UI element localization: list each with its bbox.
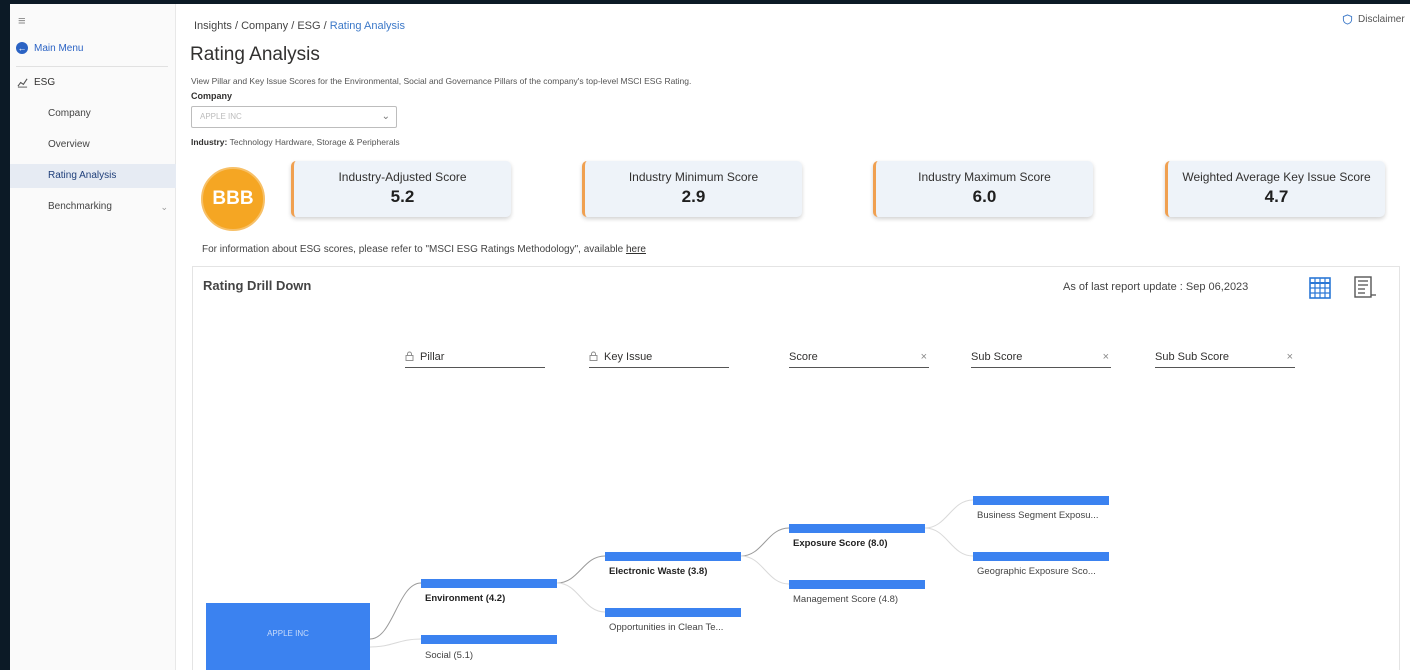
score-card-weighted-average: Weighted Average Key Issue Score 4.7 — [1165, 161, 1385, 217]
tree-node-label: Environment (4.2) — [425, 593, 506, 604]
sidebar-item-overview[interactable]: Overview — [10, 133, 176, 157]
score-card-value: 2.9 — [681, 187, 706, 206]
tree-node-label: Business Segment Exposu... — [977, 510, 1099, 521]
connector-line — [740, 555, 790, 585]
tree-node-bar[interactable] — [789, 524, 925, 533]
tree-root-node[interactable]: APPLE INC — [206, 603, 370, 670]
sidebar-divider — [16, 66, 168, 67]
connector-line — [556, 582, 606, 613]
main-menu-label: Main Menu — [34, 42, 84, 54]
connector-line — [369, 638, 422, 648]
breadcrumb-current: Rating Analysis — [329, 20, 405, 32]
sidebar: ≡ ← Main Menu ESG Company Overview Ratin… — [10, 4, 176, 670]
breadcrumb-item[interactable]: ESG — [297, 20, 320, 32]
score-card-industry-minimum: Industry Minimum Score 2.9 — [582, 161, 802, 217]
methodology-text: For information about ESG scores, please… — [202, 244, 624, 255]
tree-node-label: Social (5.1) — [425, 650, 474, 661]
sidebar-item-benchmarking[interactable]: Benchmarking ⌄ — [10, 195, 176, 219]
shield-icon — [1342, 14, 1353, 25]
sidebar-section-label: ESG — [34, 77, 56, 88]
main-menu-link[interactable]: ← Main Menu — [16, 42, 83, 54]
tree-node-label: Management Score (4.8) — [793, 594, 899, 605]
page-title: Rating Analysis — [190, 44, 320, 65]
industry-label: Industry: — [191, 137, 228, 147]
score-card-value: 4.7 — [1264, 187, 1289, 206]
score-card-label: Industry-Adjusted Score — [338, 170, 467, 184]
page-description: View Pillar and Key Issue Scores for the… — [191, 76, 692, 86]
tree-node-bar[interactable] — [421, 635, 557, 644]
connector-line — [924, 527, 974, 557]
sidebar-item-company[interactable]: Company — [10, 102, 176, 126]
rating-drill-down-panel: Rating Drill Down As of last report upda… — [192, 266, 1400, 670]
connector-line — [740, 527, 790, 557]
back-arrow-icon: ← — [16, 42, 28, 54]
tree-node-label: Opportunities in Clean Te... — [609, 622, 724, 633]
score-card-value: 5.2 — [390, 187, 415, 206]
breadcrumb: Insights / Company / ESG / Rating Analys… — [194, 20, 405, 32]
disclaimer-label: Disclaimer — [1358, 14, 1405, 25]
score-card-industry-maximum: Industry Maximum Score 6.0 — [873, 161, 1093, 217]
industry-line: Industry: Technology Hardware, Storage &… — [191, 137, 400, 147]
tree-node-label: Exposure Score (8.0) — [793, 538, 888, 549]
app-window: ≡ ← Main Menu ESG Company Overview Ratin… — [10, 4, 1410, 670]
connector-line — [924, 499, 974, 529]
sidebar-item-label: Overview — [48, 139, 90, 150]
chevron-down-icon: ⌄ — [381, 111, 390, 122]
tree-node-bar[interactable] — [973, 496, 1109, 505]
company-dropdown-value: APPLE INC — [200, 112, 242, 121]
methodology-info: For information about ESG scores, please… — [202, 244, 646, 255]
tree-node-label: Geographic Exposure Sco... — [977, 566, 1096, 577]
tree-node-label: Electronic Waste (3.8) — [609, 566, 708, 577]
company-dropdown[interactable]: APPLE INC ⌄ — [191, 106, 397, 128]
score-card-label: Industry Minimum Score — [628, 170, 759, 184]
breadcrumb-item[interactable]: Company — [241, 20, 288, 32]
tree-node-bar[interactable] — [789, 580, 925, 589]
company-label: Company — [191, 91, 233, 101]
score-card-industry-adjusted: Industry-Adjusted Score 5.2 — [291, 161, 511, 217]
score-card-label: Weighted Average Key Issue Score — [1182, 170, 1371, 184]
hamburger-icon[interactable]: ≡ — [18, 13, 26, 28]
drill-down-connectors — [369, 499, 974, 648]
rating-badge: BBB — [201, 167, 265, 231]
sidebar-section-esg[interactable]: ESG — [17, 77, 55, 88]
connector-line — [556, 555, 606, 584]
sidebar-item-label: Rating Analysis — [48, 170, 117, 181]
chevron-down-icon: ⌄ — [160, 202, 168, 212]
tree-node-bar[interactable] — [605, 608, 741, 617]
disclaimer-link[interactable]: Disclaimer — [1342, 14, 1405, 25]
industry-value: Technology Hardware, Storage & Periphera… — [229, 137, 400, 147]
score-card-value: 6.0 — [972, 187, 997, 206]
chart-line-icon — [17, 78, 28, 88]
connector-line — [369, 582, 422, 640]
tree-root-label: APPLE INC — [267, 629, 309, 638]
tree-node-bar[interactable] — [605, 552, 741, 561]
sidebar-item-label: Company — [48, 108, 91, 119]
sidebar-item-label: Benchmarking — [48, 201, 112, 212]
breadcrumb-item[interactable]: Insights — [194, 20, 232, 32]
tree-node-bar[interactable] — [973, 552, 1109, 561]
tree-node-bar[interactable] — [421, 579, 557, 588]
score-card-label: Industry Maximum Score — [918, 170, 1051, 184]
sidebar-item-rating-analysis[interactable]: Rating Analysis — [10, 164, 176, 188]
methodology-link[interactable]: here — [626, 244, 646, 255]
